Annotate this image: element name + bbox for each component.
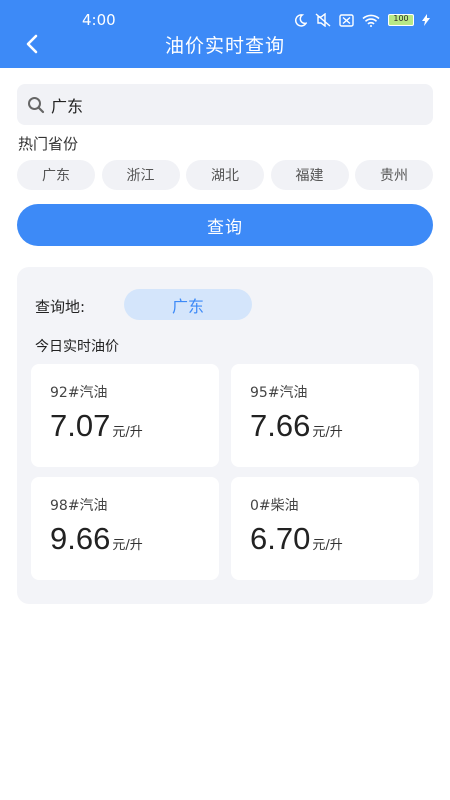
- price-unit: 元/升: [112, 538, 143, 553]
- search-input[interactable]: [51, 95, 411, 114]
- moon-icon: [295, 13, 307, 27]
- price-tile-diesel-0: 0#柴油 6.70 元/升: [231, 477, 419, 580]
- price-unit: 元/升: [112, 425, 143, 440]
- search-box[interactable]: [17, 84, 433, 125]
- price-row: 7.66 元/升: [250, 408, 343, 444]
- app-header: 4:00 100 油价实时查询: [0, 0, 450, 68]
- fuel-name: 92#汽油: [50, 385, 108, 401]
- status-icons: 100: [294, 13, 430, 27]
- price-tile-92: 92#汽油 7.07 元/升: [31, 364, 219, 467]
- province-chip-hubei[interactable]: 湖北: [186, 160, 264, 190]
- fuel-price: 6.70: [250, 521, 311, 556]
- price-row: 7.07 元/升: [50, 408, 143, 444]
- status-time: 4:00: [82, 11, 116, 29]
- search-icon: [27, 96, 45, 114]
- mute-icon: [315, 13, 331, 27]
- fuel-price: 7.66: [250, 408, 311, 443]
- price-tile-95: 95#汽油 7.66 元/升: [231, 364, 419, 467]
- hot-provinces-label: 热门省份: [18, 135, 79, 153]
- province-chip-fujian[interactable]: 福建: [270, 160, 349, 190]
- battery-level: 100: [393, 14, 409, 23]
- fuel-price: 9.66: [50, 521, 111, 556]
- province-chip-guizhou[interactable]: 贵州: [355, 160, 433, 190]
- province-chip-guangdong[interactable]: 广东: [17, 160, 95, 190]
- location-badge: 广东: [124, 289, 252, 320]
- fuel-name: 0#柴油: [250, 498, 299, 514]
- result-card: 查询地: 广东 今日实时油价 92#汽油 7.07 元/升 95#汽油 7.66…: [17, 267, 433, 604]
- province-chip-zhejiang[interactable]: 浙江: [101, 160, 180, 190]
- page-title: 油价实时查询: [164, 35, 285, 57]
- location-label: 查询地:: [35, 298, 86, 316]
- query-button[interactable]: 查询: [17, 204, 433, 246]
- wifi-icon: [362, 14, 380, 27]
- fuel-name: 95#汽油: [250, 385, 308, 401]
- price-row: 6.70 元/升: [250, 521, 343, 557]
- price-unit: 元/升: [312, 425, 343, 440]
- nav-bar: 油价实时查询: [0, 28, 450, 60]
- price-unit: 元/升: [312, 538, 343, 553]
- battery-icon: 100: [388, 14, 414, 26]
- fuel-price: 7.07: [50, 408, 111, 443]
- today-price-label: 今日实时油价: [35, 339, 119, 355]
- hot-provinces-list: 广东 浙江 湖北 福建 贵州: [17, 160, 433, 190]
- price-tile-98: 98#汽油 9.66 元/升: [31, 477, 219, 580]
- fuel-name: 98#汽油: [50, 498, 108, 514]
- charging-icon: [422, 14, 430, 26]
- sim-off-icon: [339, 13, 354, 27]
- price-row: 9.66 元/升: [50, 521, 143, 557]
